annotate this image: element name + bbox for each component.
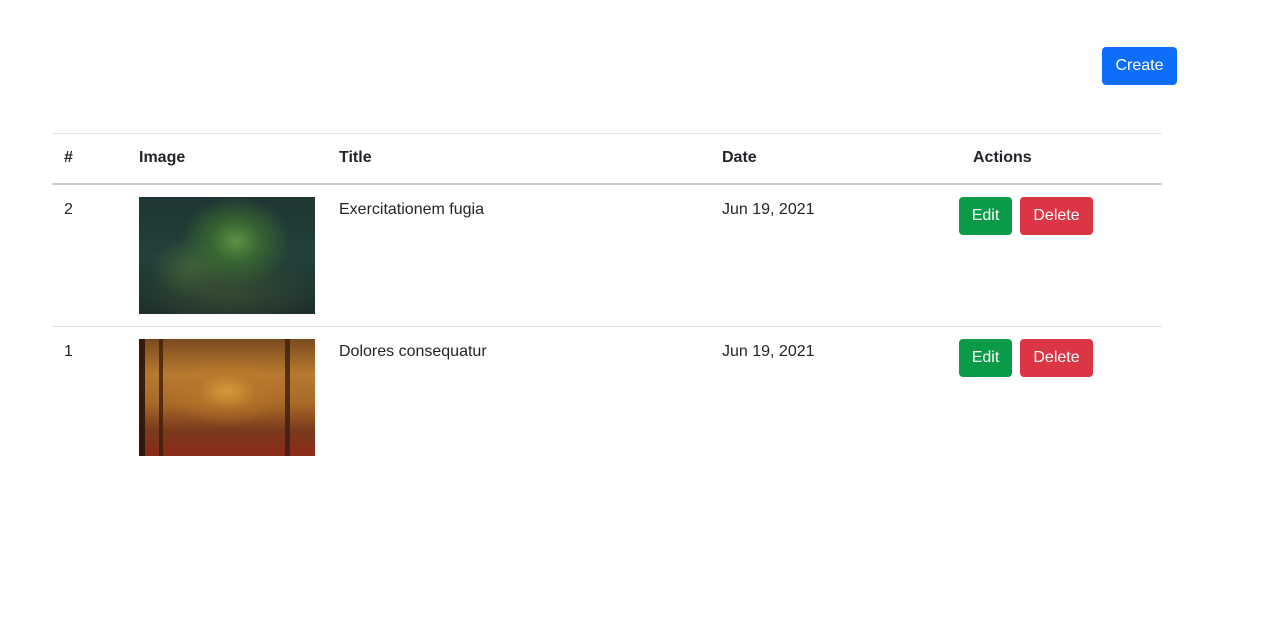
edit-button[interactable]: Edit <box>959 196 1012 235</box>
row-number: 2 <box>64 200 73 218</box>
row-title: Dolores consequatur <box>339 342 487 360</box>
create-button[interactable]: Create <box>1102 47 1177 85</box>
row-number-cell: 2 <box>52 184 139 327</box>
row-image-cell <box>139 326 339 468</box>
table-body: 2 Exercitationem fugia Jun 19, 2021 Edit… <box>52 184 1162 468</box>
delete-button[interactable]: Delete <box>1020 196 1093 235</box>
column-header-image: Image <box>139 149 186 167</box>
edit-button[interactable]: Edit <box>959 338 1012 377</box>
row-title-cell: Exercitationem fugia <box>339 184 722 327</box>
column-header-number: # <box>64 149 73 167</box>
row-image-cell <box>139 184 339 327</box>
row-number: 1 <box>64 342 73 360</box>
row-number-cell: 1 <box>52 326 139 468</box>
delete-button[interactable]: Delete <box>1020 338 1093 377</box>
column-header-actions: Actions <box>973 149 1032 167</box>
row-title-cell: Dolores consequatur <box>339 326 722 468</box>
row-date-cell: Jun 19, 2021 <box>722 326 959 468</box>
table-header-row: # Image Title Date Actions <box>52 133 1162 184</box>
column-header-date: Date <box>722 149 757 167</box>
posts-table: # Image Title Date Actions 2 Exercitatio… <box>52 133 1162 468</box>
row-actions-cell: Edit Delete <box>959 184 1162 327</box>
row-date-cell: Jun 19, 2021 <box>722 184 959 327</box>
forest-autumn-image <box>139 338 315 456</box>
row-actions-cell: Edit Delete <box>959 326 1162 468</box>
table-row: 2 Exercitationem fugia Jun 19, 2021 Edit… <box>52 184 1162 327</box>
table-row: 1 Dolores consequatur Jun 19, 2021 Edit D… <box>52 326 1162 468</box>
forest-green-image <box>139 196 315 314</box>
table-header: # Image Title Date Actions <box>52 133 1162 184</box>
row-date: Jun 19, 2021 <box>722 342 815 360</box>
row-date: Jun 19, 2021 <box>722 200 815 218</box>
column-header-title: Title <box>339 149 372 167</box>
row-title: Exercitationem fugia <box>339 200 484 218</box>
